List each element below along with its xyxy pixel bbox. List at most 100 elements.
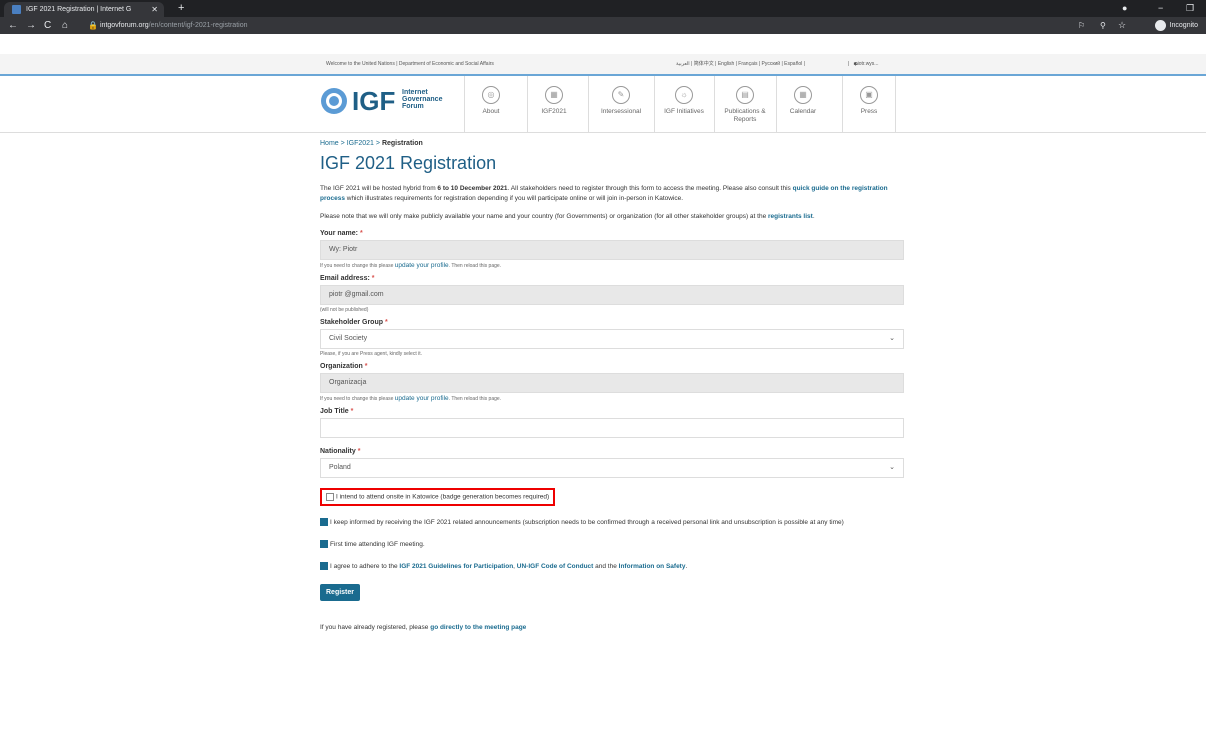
logo-subtitle: Internet Governance Forum bbox=[402, 89, 442, 110]
press-icon: ▣ bbox=[860, 86, 878, 104]
home-icon[interactable]: ⌂ bbox=[62, 17, 68, 34]
menu-label: Calendar bbox=[789, 108, 817, 115]
name-label: Your name: * bbox=[320, 230, 363, 237]
menu-publications[interactable]: ▤ Publications & Reports bbox=[714, 76, 775, 132]
menu-calendar[interactable]: ▦ Calendar bbox=[776, 76, 829, 132]
url-path: /en/content/igf-2021-registration bbox=[148, 22, 248, 29]
chevron-down-icon: ⌄ bbox=[889, 464, 895, 471]
update-profile-link[interactable]: update your profile bbox=[395, 395, 449, 402]
translate-icon[interactable]: ⚐ bbox=[1078, 17, 1085, 34]
back-icon[interactable]: ← bbox=[8, 17, 18, 34]
incognito-indicator[interactable]: Incognito bbox=[1154, 19, 1198, 32]
menu-igf-initiatives[interactable]: ☼ IGF Initiatives bbox=[654, 76, 713, 132]
zoom-icon[interactable]: ⚲ bbox=[1100, 17, 1106, 34]
profile-icon[interactable]: ● bbox=[1122, 0, 1127, 17]
meeting-page-link[interactable]: go directly to the meeting page bbox=[430, 624, 526, 631]
organization-field[interactable]: Organizacja bbox=[320, 373, 904, 393]
forward-icon[interactable]: → bbox=[26, 17, 36, 34]
onsite-checkbox[interactable] bbox=[326, 493, 334, 501]
logo-sub1: Internet bbox=[402, 89, 428, 96]
help-text: . Then reload this page. bbox=[448, 396, 502, 402]
register-button[interactable]: Register bbox=[320, 584, 361, 601]
date-range: 6 to 10 December 2021 bbox=[437, 185, 508, 192]
first-time-label: First time attending IGF meeting. bbox=[330, 541, 425, 548]
email-label: Email address: * bbox=[320, 275, 375, 282]
job-title-field[interactable] bbox=[320, 418, 904, 438]
label-text: Organization bbox=[320, 363, 363, 370]
breadcrumb-sep: > bbox=[375, 140, 380, 147]
pencil-icon: ✎ bbox=[612, 86, 630, 104]
text: . All stakeholders need to register thro… bbox=[507, 185, 793, 192]
url-host: intgovforum.org bbox=[100, 22, 149, 29]
logo-text: IGF bbox=[352, 86, 396, 116]
label-text: Nationality bbox=[320, 448, 356, 455]
bookmark-star-icon[interactable]: ☆ bbox=[1118, 17, 1126, 34]
document-icon: ▤ bbox=[736, 86, 754, 104]
help-text: . Then reload this page. bbox=[448, 263, 502, 269]
un-welcome-link[interactable]: Welcome to the United Nations | Departme… bbox=[326, 54, 494, 74]
breadcrumb: Home > IGF2021 > Registration bbox=[320, 140, 904, 147]
breadcrumb-home[interactable]: Home bbox=[320, 140, 339, 147]
reload-icon[interactable]: C bbox=[44, 17, 51, 34]
stakeholder-help: Please, if you are Press agent, kindly s… bbox=[320, 351, 422, 357]
name-field[interactable]: Wy: Piotr bbox=[320, 240, 904, 260]
label-text: Job Title bbox=[320, 408, 349, 415]
email-help: (will not be published) bbox=[320, 307, 369, 313]
language-switcher[interactable]: العربية | 简体中文 | English | Français | Ру… bbox=[676, 54, 805, 74]
informed-checkbox[interactable] bbox=[320, 518, 328, 527]
text: . bbox=[812, 213, 815, 220]
help-text: If you need to change this please bbox=[320, 396, 394, 402]
user-menu[interactable]: | ■ piotr.wys... ⌄ bbox=[848, 54, 878, 74]
restore-icon[interactable]: ❐ bbox=[1186, 0, 1194, 17]
update-profile-link[interactable]: update your profile bbox=[395, 262, 449, 269]
lock-icon[interactable]: 🔒 bbox=[88, 17, 98, 34]
agree-option: I agree to adhere to the IGF 2021 Guidel… bbox=[320, 562, 904, 572]
menu-label: Intersessional bbox=[600, 108, 642, 115]
menu-press[interactable]: ▣ Press bbox=[842, 76, 896, 132]
stakeholder-select[interactable]: Civil Society ⌄ bbox=[320, 329, 904, 349]
chevron-down-icon: ⌄ bbox=[889, 335, 895, 342]
calendar-icon: ▦ bbox=[545, 86, 563, 104]
already-registered-note: If you have already registered, please g… bbox=[320, 623, 904, 633]
favicon-icon bbox=[12, 5, 21, 14]
url-field[interactable]: intgovforum.org/en/content/igf-2021-regi… bbox=[100, 17, 247, 34]
registrants-list-link[interactable]: registrants list bbox=[768, 213, 813, 220]
logo-sub2: Governance bbox=[402, 96, 443, 103]
menu-label: Publications & Reports bbox=[724, 108, 766, 123]
igf-logo[interactable]: IGF Internet Governance Forum bbox=[316, 86, 446, 116]
breadcrumb-igf2021[interactable]: IGF2021 bbox=[347, 140, 374, 147]
un-emblem-icon bbox=[321, 88, 347, 114]
text: I agree to adhere to the bbox=[330, 563, 400, 570]
safety-info-link[interactable]: Information on Safety bbox=[619, 563, 686, 570]
first-time-option: First time attending IGF meeting. bbox=[320, 540, 904, 550]
job-title-label: Job Title * bbox=[320, 408, 354, 415]
text: If you have already registered, please bbox=[320, 624, 431, 631]
browser-tab[interactable]: IGF 2021 Registration | Internet G ✕ bbox=[4, 2, 164, 17]
address-bar: ← → C ⌂ 🔒 intgovforum.org/en/content/igf… bbox=[0, 17, 1206, 34]
new-tab-icon[interactable]: + bbox=[178, 0, 184, 17]
incognito-icon bbox=[1154, 19, 1166, 31]
text: . bbox=[685, 563, 688, 570]
minimize-icon[interactable]: − bbox=[1158, 0, 1163, 17]
menu-about[interactable]: ◎ About bbox=[464, 76, 517, 132]
intro-paragraph-1: The IGF 2021 will be hosted hybrid from … bbox=[320, 184, 904, 204]
label-text: Email address: bbox=[320, 275, 370, 282]
page-title: IGF 2021 Registration bbox=[320, 153, 497, 173]
first-time-checkbox[interactable] bbox=[320, 540, 328, 549]
lightbulb-icon: ☼ bbox=[675, 86, 693, 104]
menu-intersessional[interactable]: ✎ Intersessional bbox=[588, 76, 653, 132]
agree-checkbox[interactable] bbox=[320, 562, 328, 571]
user-name: piotr.wys... bbox=[854, 61, 879, 67]
menu-igf2021[interactable]: ▦ IGF2021 bbox=[527, 76, 580, 132]
email-field[interactable]: piotr @gmail.com bbox=[320, 285, 904, 305]
label-text: Stakeholder Group bbox=[320, 319, 384, 326]
code-of-conduct-link[interactable]: UN-IGF Code of Conduct bbox=[517, 563, 594, 570]
guidelines-link[interactable]: IGF 2021 Guidelines for Participation bbox=[399, 563, 513, 570]
select-value: Poland bbox=[329, 464, 351, 471]
close-tab-icon[interactable]: ✕ bbox=[151, 2, 158, 17]
intro-paragraph-2: Please note that we will only make publi… bbox=[320, 212, 904, 222]
browser-tab-bar: IGF 2021 Registration | Internet G ✕ + ●… bbox=[0, 0, 1206, 17]
tab-title: IGF 2021 Registration | Internet G bbox=[26, 6, 132, 13]
text: and the bbox=[593, 563, 619, 570]
nationality-select[interactable]: Poland ⌄ bbox=[320, 458, 904, 478]
